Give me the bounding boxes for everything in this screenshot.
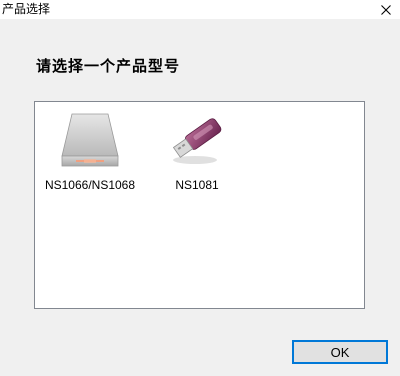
product-item-ns1081[interactable]: NS1081	[145, 105, 249, 197]
close-button[interactable]	[372, 0, 400, 19]
product-item-ns1066-ns1068[interactable]: NS1066/NS1068	[38, 105, 142, 197]
close-icon	[381, 4, 391, 15]
usb-drive-icon	[172, 118, 222, 164]
product-label: NS1081	[175, 178, 219, 192]
instruction-label: 请选择一个产品型号	[36, 57, 181, 75]
product-label: NS1066/NS1068	[44, 178, 136, 192]
window-title: 产品选择	[2, 2, 51, 16]
product-list[interactable]: NS1066/NS1068 NS1081	[34, 101, 365, 309]
ok-button[interactable]: OK	[292, 340, 388, 364]
title-bar: 产品选择	[0, 0, 400, 19]
hard-drive-enclosure-icon	[61, 113, 119, 167]
product-select-dialog: 产品选择 请选择一个产品型号 NS1066/NS1068 NS1081 OK	[0, 0, 400, 376]
